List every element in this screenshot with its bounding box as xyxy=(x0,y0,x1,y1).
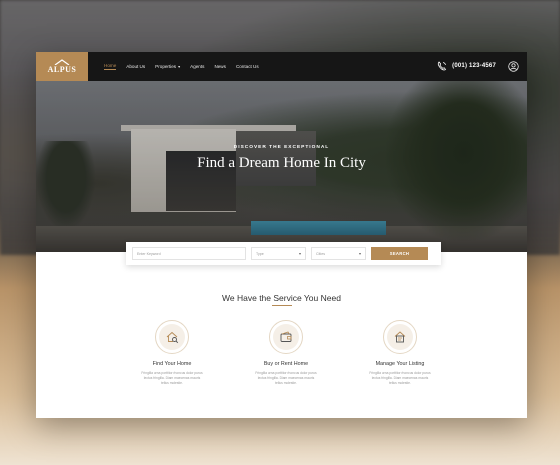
site-logo[interactable]: ALPUS xyxy=(36,52,88,81)
city-select[interactable]: Cities ▾ xyxy=(311,247,366,260)
menu-item-about-us[interactable]: About Us xyxy=(126,63,145,70)
type-select[interactable]: Type ▾ xyxy=(251,247,306,260)
hero-banner: DISCOVER THE EXCEPTIONAL Find a Dream Ho… xyxy=(36,81,527,252)
service-icon-bg xyxy=(273,324,299,350)
service-description: Fringilla urna porttitor rhoncus dolor p… xyxy=(141,371,202,386)
service-icon-bg xyxy=(387,324,413,350)
menu-label: Home xyxy=(104,63,117,68)
menu-item-news[interactable]: News xyxy=(214,63,226,70)
services-heading: We Have the Service You Need xyxy=(222,293,341,303)
wallet-icon xyxy=(280,331,292,342)
menu-item-properties[interactable]: Properties ▾ xyxy=(155,63,180,70)
chevron-down-icon: ▾ xyxy=(298,251,301,256)
logo-text: ALPUS xyxy=(47,65,77,74)
service-icon-bg xyxy=(159,324,185,350)
phone-number: (001) 123-4567 xyxy=(452,63,496,69)
desc-line: tellus molestie. xyxy=(161,381,183,385)
service-title: Manage Your Listing xyxy=(375,361,425,367)
chevron-down-icon: ▾ xyxy=(178,64,181,69)
desc-line: tellus molestie. xyxy=(275,381,297,385)
search-button[interactable]: SEARCH xyxy=(371,247,428,260)
listing-house-icon xyxy=(394,331,406,343)
type-placeholder: Type xyxy=(256,251,264,256)
service-card-find-home[interactable]: Find Your Home Fringilla urna porttitor … xyxy=(126,320,218,386)
website-mockup: ALPUS Home About Us Properties ▾ Agents N… xyxy=(36,52,527,418)
menu-label: About Us xyxy=(126,64,146,69)
menu-label: Agents xyxy=(190,64,205,69)
service-title: Find Your Home xyxy=(152,361,192,367)
phone-icon xyxy=(438,61,447,71)
top-navbar: ALPUS Home About Us Properties ▾ Agents N… xyxy=(36,52,527,81)
phone-contact[interactable]: (001) 123-4567 xyxy=(436,60,496,72)
menu-label: Properties xyxy=(155,64,177,69)
service-icon-circle xyxy=(383,320,417,354)
user-icon[interactable] xyxy=(508,61,519,72)
keyword-placeholder: Enter Keyword xyxy=(137,251,161,256)
menu-item-home[interactable]: Home xyxy=(104,63,117,70)
service-icon-circle xyxy=(155,320,189,354)
services-list: Find Your Home Fringilla urna porttitor … xyxy=(126,320,446,386)
keyword-input[interactable]: Enter Keyword xyxy=(132,247,246,260)
service-title: Buy or Rent Home xyxy=(263,361,309,367)
service-icon-circle xyxy=(269,320,303,354)
service-description: Fringilla urna porttitor rhoncus dolor p… xyxy=(369,371,430,386)
service-card-buy-rent[interactable]: Buy or Rent Home Fringilla urna porttito… xyxy=(240,320,332,386)
menu-item-agents[interactable]: Agents xyxy=(190,63,204,70)
hero-kicker: DISCOVER THE EXCEPTIONAL xyxy=(233,145,330,150)
menu-label: News xyxy=(214,64,226,69)
desc-line: tellus molestie. xyxy=(389,381,411,385)
main-menu: Home About Us Properties ▾ Agents News Co… xyxy=(104,63,269,70)
chevron-down-icon: ▾ xyxy=(358,251,361,256)
heading-underline xyxy=(272,305,292,306)
house-search-icon xyxy=(166,331,179,344)
menu-label: Contact Us xyxy=(235,64,259,69)
hero-title: Find a Dream Home In City xyxy=(197,155,366,171)
property-search-bar: Enter Keyword Type ▾ Cities ▾ SEARCH xyxy=(126,242,441,265)
menu-item-contact-us[interactable]: Contact Us xyxy=(236,63,259,70)
service-card-manage-listing[interactable]: Manage Your Listing Fringilla urna portt… xyxy=(354,320,446,386)
service-description: Fringilla urna porttitor rhoncus dolor p… xyxy=(255,371,316,386)
city-placeholder: Cities xyxy=(316,251,325,256)
